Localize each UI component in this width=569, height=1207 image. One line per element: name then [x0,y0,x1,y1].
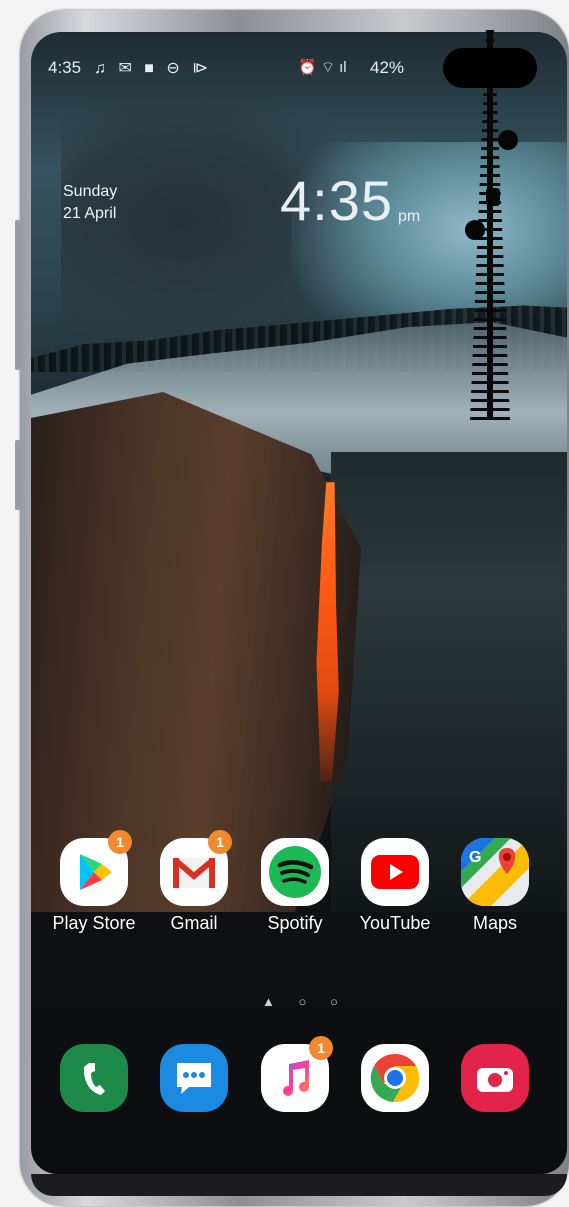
notification-badge: 1 [108,830,132,854]
app-maps[interactable]: G Maps [450,838,540,934]
app-label: Spotify [267,913,323,933]
page-indicator[interactable]: ▲ ○ ○ [262,994,348,1009]
spotify-icon [261,838,329,906]
day-label: Sunday [63,183,118,200]
status-bar: 4:35 ♫ ✉ ■ ⊖ ⧐ ⏰ ⌔ ıl 42% [48,58,438,86]
app-gmail[interactable]: 1 Gmail [149,830,239,934]
chrome-icon [361,1044,429,1112]
app-spotify[interactable]: Spotify [250,838,340,934]
dock-chrome[interactable] [350,1044,440,1112]
notification-icons: ♫ ✉ ■ ⊖ ⧐ [94,60,213,77]
dock-music[interactable]: 1 [250,1036,340,1112]
maps-icon: G [461,838,529,906]
notification-badge: 1 [208,830,232,854]
clock-ampm: pm [398,208,421,225]
notification-badge: 1 [309,1036,333,1060]
svg-text:G: G [469,849,481,866]
tower-dish [498,130,518,150]
gmail-icon: 1 [160,830,232,906]
messages-icon [160,1044,228,1112]
dock-camera[interactable] [450,1044,540,1112]
dock-messages[interactable] [149,1044,239,1112]
bixby-button[interactable] [15,440,20,510]
app-label: YouTube [359,913,431,933]
phone-icon [60,1044,128,1112]
status-time: 4:35 [48,58,82,77]
clock-time[interactable]: 4:35 [280,168,393,233]
volume-button[interactable] [15,220,20,370]
music-icon: 1 [261,1036,333,1112]
wallpaper-cliff [31,392,361,912]
front-camera-cutout [443,48,537,88]
app-label: Gmail [170,913,218,933]
tower-dish [465,220,485,240]
phone-chin [31,1174,567,1196]
dock-phone[interactable] [49,1044,139,1112]
tower-spine [487,30,493,420]
tower-dish [486,188,500,206]
date-label: 21 April [63,205,117,222]
app-label: Maps [472,913,517,933]
system-icons: ⏰ ⌔ ıl [298,59,347,76]
app-label: Play Store [52,913,136,933]
camera-icon [461,1044,529,1112]
date-widget[interactable]: Sunday 21 April [63,181,117,225]
youtube-icon [361,838,429,906]
battery-percentage: 42% [370,58,405,77]
app-play-store[interactable]: 1 Play Store [49,830,139,934]
app-youtube[interactable]: YouTube [350,838,440,934]
play-store-icon: 1 [60,830,132,906]
